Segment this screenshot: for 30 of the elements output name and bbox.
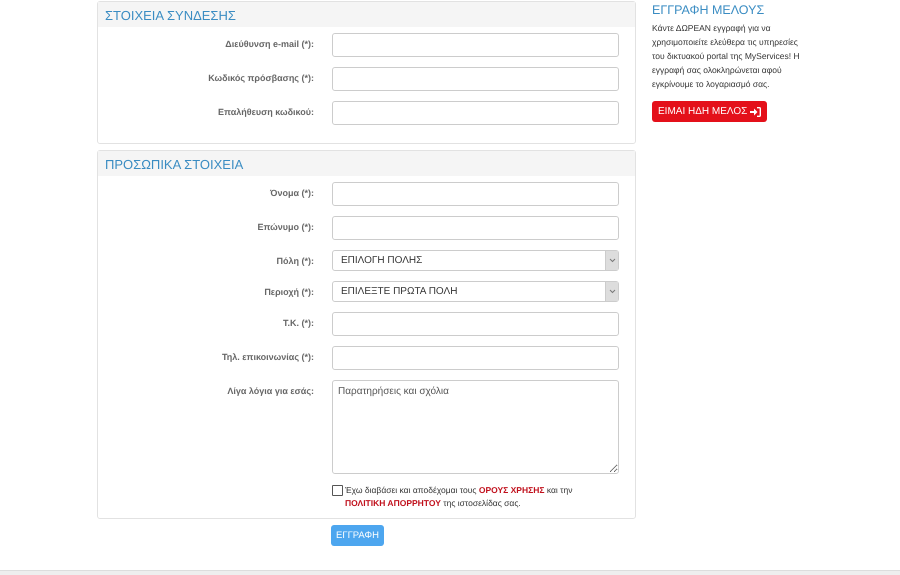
field-label: Όνομα (*): <box>269 187 314 198</box>
member-login-button[interactable]: ΕΙΜΑΙ ΗΔΗ ΜΕΛΟΣ <box>652 101 768 122</box>
chevron-down-icon <box>608 289 616 294</box>
field-label: Λίγα λόγια για εσάς: <box>226 385 314 396</box>
input-field[interactable] <box>332 101 619 125</box>
field-label: Επαλήθευση κωδικού: <box>217 106 314 117</box>
sidebar-text: Κάντε ΔΩΡΕΑΝ εγγραφή για να χρησιμοποιείτε ελεύθερα τις υπηρεσίες του δικτυακού portal της MyServices! Η εγγραφή σας ολοκληρώνεται αφού εγκρίνουμε το λογαριασμό σας. <box>652 22 801 91</box>
field-label: Περιοχή (*): <box>263 286 314 297</box>
field-label: Διεύθυνση e-mail (*): <box>224 38 314 49</box>
checkbox[interactable] <box>332 485 343 496</box>
input-field[interactable] <box>332 182 619 206</box>
input-field[interactable] <box>332 312 619 336</box>
input-field[interactable] <box>332 33 619 57</box>
sign-in-icon <box>750 106 762 116</box>
section-title: ΠΡΟΣΩΠΙΚΑ ΣΤΟΙΧΕΙΑ <box>105 157 244 172</box>
chevron-down-icon <box>608 258 616 263</box>
terms-text: Έχω διαβάσει και αποδέχομαι τους ΟΡΟΥΣ ΧΡΗΣΗΣ και την ΠΟΛΙΤΙΚΗ ΑΠΟΡΡΗΤΟΥ της ιστοσελίδας σας. <box>345 484 574 510</box>
sidebar-title: ΕΓΓΡΑΦΗ ΜΕΛΟΥΣ <box>652 3 766 17</box>
select-field[interactable]: ΕΠΙΛΕΞΤΕ ΠΡΩΤΑ ΠΟΛΗ <box>332 281 619 302</box>
field-label: Επώνυμο (*): <box>256 221 314 232</box>
input-field[interactable] <box>332 67 619 91</box>
field-label: Κωδικός πρόσβασης (*): <box>207 72 314 83</box>
field-label: Τηλ. επικοινωνίας (*): <box>220 351 314 362</box>
section-title: ΣΤΟΙΧΕΙΑ ΣΥΝΔΕΣΗΣ <box>105 8 236 23</box>
field-label: Πόλη (*): <box>276 255 314 266</box>
textarea-field[interactable]: Παρατηρήσεις και σχόλια <box>332 380 619 474</box>
field-label: Τ.Κ. (*): <box>282 317 314 328</box>
input-field[interactable] <box>332 346 619 370</box>
input-field[interactable] <box>332 216 619 240</box>
select-field[interactable]: ΕΠΙΛΟΓΗ ΠΟΛΗΣ <box>332 250 619 271</box>
